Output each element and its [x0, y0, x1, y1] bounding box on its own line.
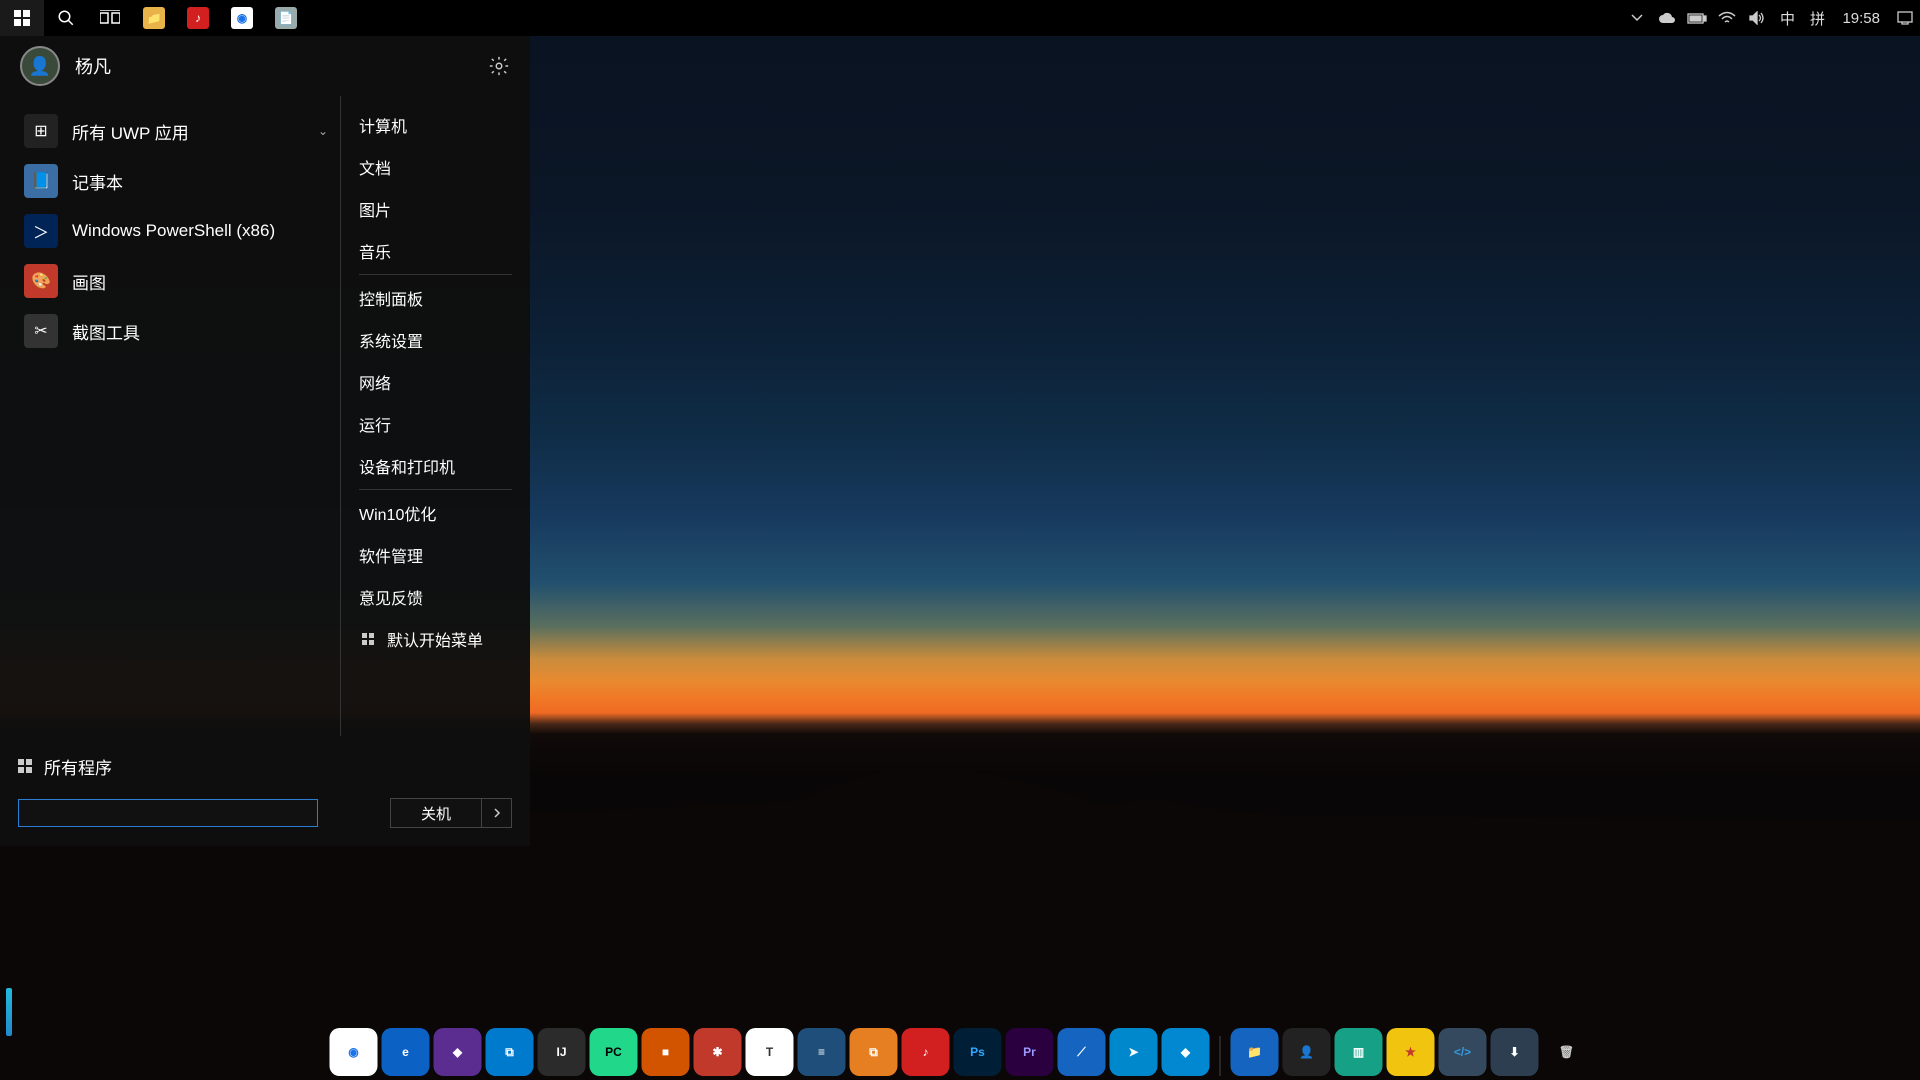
powershell-icon: ＞	[24, 214, 58, 248]
power-options-button[interactable]	[482, 798, 512, 828]
dock-app-pycharm[interactable]: PC	[590, 1028, 638, 1076]
dock-app-wireshark[interactable]: ⟋	[1058, 1028, 1106, 1076]
quicklink-item[interactable]: 系统设置	[341, 319, 530, 361]
quicklink-item[interactable]: 音乐	[341, 230, 530, 272]
taskbar-app-netease-music[interactable]: ♪	[176, 0, 220, 36]
settings-button[interactable]	[488, 55, 510, 77]
dock-app-premiere[interactable]: Pr	[1006, 1028, 1054, 1076]
uwp-icon: ⊞	[24, 114, 58, 148]
clock[interactable]: 19:58	[1832, 10, 1890, 27]
grid-icon	[18, 759, 44, 773]
start-app-powershell[interactable]: ＞ Windows PowerShell (x86)	[12, 206, 340, 256]
dock-app-user-red[interactable]: 👤	[1283, 1028, 1331, 1076]
start-app-label: 画图	[72, 269, 106, 294]
dock-app-app-diamond[interactable]: ◆	[1162, 1028, 1210, 1076]
dock-app-books[interactable]: ▥	[1335, 1028, 1383, 1076]
quicklink-item[interactable]: 软件管理	[341, 534, 530, 576]
dock-app-app-orange[interactable]: ■	[642, 1028, 690, 1076]
taskbar-app-file-explorer[interactable]: 📁	[132, 0, 176, 36]
quicklink-item[interactable]: 控制面板	[341, 277, 530, 319]
dock-app-app-blue[interactable]: ≡	[798, 1028, 846, 1076]
ime-mode[interactable]: 拼	[1802, 0, 1832, 36]
wifi-icon[interactable]	[1712, 0, 1742, 36]
divider	[359, 489, 512, 490]
all-programs-button[interactable]: 所有程序	[18, 748, 512, 784]
quicklink-item[interactable]: 运行	[341, 403, 530, 445]
dock-app-recycle[interactable]: 🗑	[1543, 1028, 1591, 1076]
dock-app-netease[interactable]: ♪	[902, 1028, 950, 1076]
quicklink-item[interactable]: 图片	[341, 188, 530, 230]
dock-app-photoshop[interactable]: Ps	[954, 1028, 1002, 1076]
tray-expand-icon[interactable]	[1622, 0, 1652, 36]
task-view-button[interactable]	[88, 0, 132, 36]
windows-icon	[359, 633, 377, 645]
cloud-icon[interactable]	[1652, 0, 1682, 36]
dock-app-intellij[interactable]: IJ	[538, 1028, 586, 1076]
default-start-menu[interactable]: 默认开始菜单	[341, 618, 530, 660]
ime-language[interactable]: 中	[1772, 0, 1802, 36]
dock-app-chrome[interactable]: ◉	[330, 1028, 378, 1076]
taskbar-app-notepad[interactable]: 📄	[264, 0, 308, 36]
start-app-label: 所有 UWP 应用	[72, 119, 189, 144]
dock-app-vscode[interactable]: ⧉	[486, 1028, 534, 1076]
taskbar: 📁♪◉📄 中 拼 19:58	[0, 0, 1920, 36]
username-label: 杨凡	[75, 53, 111, 79]
dock-app-vmware[interactable]: ⧉	[850, 1028, 898, 1076]
start-app-label: 记事本	[72, 169, 123, 194]
dock-app-download[interactable]: ⬇	[1491, 1028, 1539, 1076]
all-programs-label: 所有程序	[44, 754, 112, 779]
dock-app-xmind[interactable]: ✱	[694, 1028, 742, 1076]
volume-osd-bar	[6, 988, 12, 1036]
dock-app-app-star[interactable]: ★	[1387, 1028, 1435, 1076]
shutdown-button[interactable]: 关机	[390, 798, 482, 828]
dock-app-telegram[interactable]: ➤	[1110, 1028, 1158, 1076]
start-app-snip[interactable]: ✂ 截图工具	[12, 306, 340, 356]
dock-app-edge[interactable]: e	[382, 1028, 430, 1076]
user-avatar[interactable]: 👤	[20, 46, 60, 86]
dock: ◉e◆⧉IJPC■✱T≡⧉♪PsPr⟋➤◆ 📁👤▥★</>⬇🗑	[330, 1028, 1591, 1076]
dock-app-dev-tool[interactable]: </>	[1439, 1028, 1487, 1076]
dock-app-visual-studio[interactable]: ◆	[434, 1028, 482, 1076]
quicklink-item[interactable]: 文档	[341, 146, 530, 188]
volume-icon[interactable]	[1742, 0, 1772, 36]
dock-separator	[1220, 1036, 1221, 1076]
start-search-input[interactable]	[18, 799, 318, 827]
notepad-icon: 📘	[24, 164, 58, 198]
paint-icon: 🎨	[24, 264, 58, 298]
search-button[interactable]	[44, 0, 88, 36]
divider	[359, 274, 512, 275]
quicklink-item[interactable]: 设备和打印机	[341, 445, 530, 487]
dock-app-typora[interactable]: T	[746, 1028, 794, 1076]
quicklink-item[interactable]: Win10优化	[341, 492, 530, 534]
start-app-label: 截图工具	[72, 319, 140, 344]
default-start-label: 默认开始菜单	[387, 627, 483, 651]
quicklink-item[interactable]: 计算机	[341, 104, 530, 146]
start-app-notepad[interactable]: 📘 记事本	[12, 156, 340, 206]
battery-icon[interactable]	[1682, 0, 1712, 36]
chevron-down-icon: ⌄	[318, 124, 328, 138]
start-app-label: Windows PowerShell (x86)	[72, 221, 275, 241]
dock-app-folder[interactable]: 📁	[1231, 1028, 1279, 1076]
taskbar-app-chrome[interactable]: ◉	[220, 0, 264, 36]
action-center-icon[interactable]	[1890, 0, 1920, 36]
snip-icon: ✂	[24, 314, 58, 348]
start-app-uwp[interactable]: ⊞ 所有 UWP 应用 ⌄	[12, 106, 340, 156]
start-button[interactable]	[0, 0, 44, 36]
start-app-paint[interactable]: 🎨 画图	[12, 256, 340, 306]
quicklink-item[interactable]: 意见反馈	[341, 576, 530, 618]
quicklink-item[interactable]: 网络	[341, 361, 530, 403]
start-menu: 👤 杨凡 ⊞ 所有 UWP 应用 ⌄ 📘 记事本 ＞ Windows PowerShell …	[0, 36, 530, 846]
